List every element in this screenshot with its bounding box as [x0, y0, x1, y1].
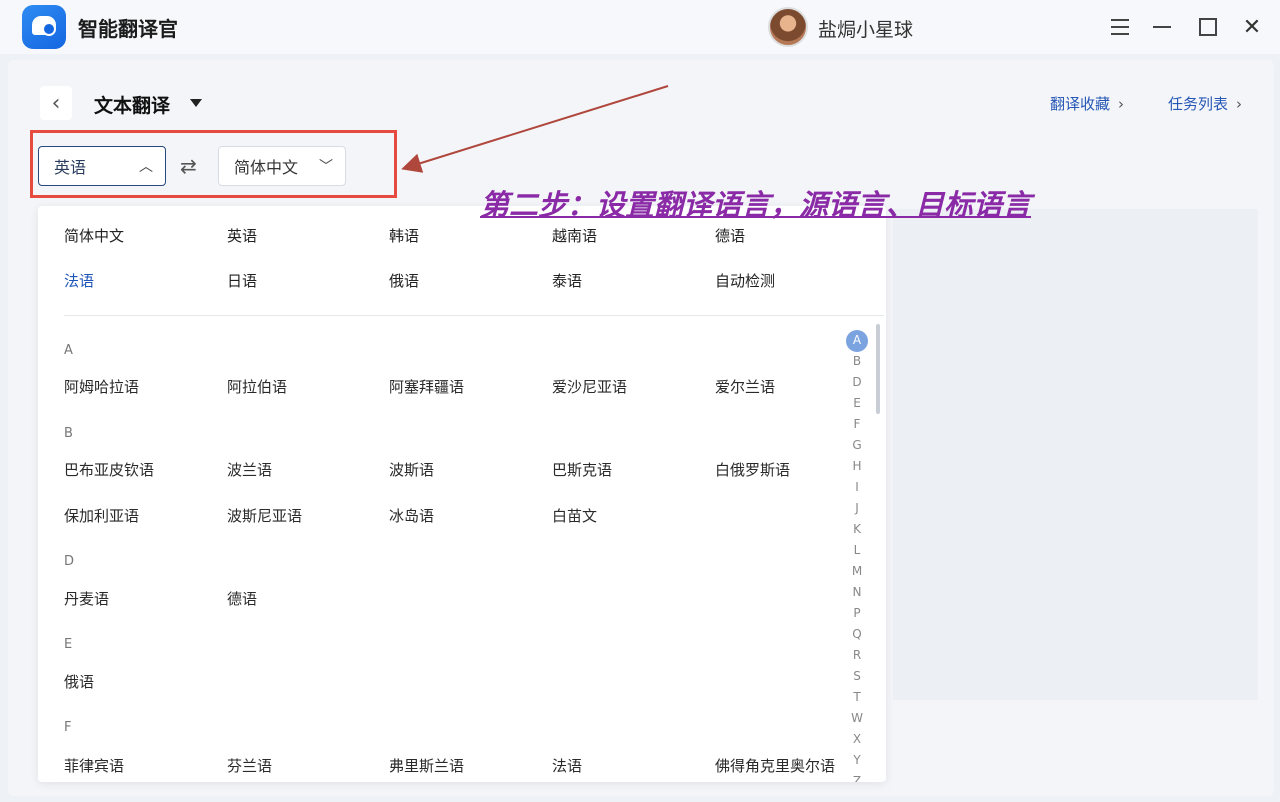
language-item[interactable]: 法语: [552, 755, 582, 776]
app-logo-icon: [22, 5, 66, 49]
annotation-text: 第二步：设置翻译语言，源语言、目标语言: [480, 188, 1032, 222]
close-icon[interactable]: ✕: [1238, 13, 1266, 41]
alpha-index-letter[interactable]: H: [846, 456, 868, 477]
minimize-icon[interactable]: [1148, 13, 1176, 41]
language-item[interactable]: 丹麦语: [64, 588, 109, 609]
language-item[interactable]: 巴斯克语: [552, 459, 612, 480]
language-item[interactable]: 冰岛语: [389, 505, 434, 526]
alpha-index-letter[interactable]: X: [846, 729, 868, 750]
common-language-item[interactable]: 自动检测: [715, 270, 775, 291]
language-item[interactable]: 阿塞拜疆语: [389, 376, 464, 397]
chevron-right-icon: ›: [1236, 95, 1243, 113]
back-button[interactable]: ‹: [40, 86, 72, 120]
section-letter: E: [64, 637, 73, 652]
maximize-icon[interactable]: [1194, 13, 1222, 41]
language-item[interactable]: 白苗文: [552, 505, 597, 526]
highlight-box: [30, 130, 397, 198]
alpha-index-letter[interactable]: A: [846, 330, 868, 351]
common-language-item[interactable]: 德语: [715, 225, 745, 246]
alpha-index-letter[interactable]: Z: [846, 771, 868, 782]
alpha-index-letter[interactable]: E: [846, 393, 868, 414]
chevron-left-icon: ‹: [51, 90, 61, 116]
section-letter: F: [64, 720, 72, 735]
language-item[interactable]: 白俄罗斯语: [715, 459, 790, 480]
common-language-item[interactable]: 韩语: [389, 225, 419, 246]
mode-title[interactable]: 文本翻译: [94, 91, 170, 118]
divider: [64, 315, 884, 316]
alpha-index-letter[interactable]: I: [846, 477, 868, 498]
common-language-item[interactable]: 俄语: [389, 270, 419, 291]
language-item[interactable]: 俄语: [64, 671, 94, 692]
alpha-index-letter[interactable]: Q: [846, 624, 868, 645]
alpha-index-letter[interactable]: L: [846, 540, 868, 561]
alpha-index-letter[interactable]: K: [846, 519, 868, 540]
task-list-link[interactable]: 任务列表 ›: [1168, 93, 1242, 114]
language-item[interactable]: 波斯语: [389, 459, 434, 480]
common-language-item[interactable]: 法语: [64, 270, 94, 291]
language-item[interactable]: 巴布亚皮钦语: [64, 459, 154, 480]
caret-down-icon[interactable]: [190, 99, 202, 107]
language-item[interactable]: 爱沙尼亚语: [552, 376, 627, 397]
dropdown-scrollbar[interactable]: [876, 324, 880, 414]
language-item[interactable]: 保加利亚语: [64, 505, 139, 526]
section-letter: A: [64, 343, 73, 358]
common-language-item[interactable]: 越南语: [552, 225, 597, 246]
user-name[interactable]: 盐焗小星球: [818, 15, 913, 42]
user-avatar[interactable]: [768, 7, 808, 47]
alpha-index-letter[interactable]: M: [846, 561, 868, 582]
language-dropdown: 简体中文 英语 韩语 越南语 德语 法语 日语 俄语 泰语 自动检测 A 阿姆哈…: [38, 206, 886, 782]
language-item[interactable]: 佛得角克里奥尔语: [715, 755, 835, 776]
alpha-index-letter[interactable]: N: [846, 582, 868, 603]
alpha-index-letter[interactable]: J: [846, 498, 868, 519]
alpha-index-letter[interactable]: G: [846, 435, 868, 456]
section-letter: B: [64, 426, 73, 441]
alpha-index-letter[interactable]: B: [846, 351, 868, 372]
language-item[interactable]: 芬兰语: [227, 755, 272, 776]
chevron-right-icon: ›: [1118, 95, 1125, 113]
alpha-index-letter[interactable]: S: [846, 666, 868, 687]
title-bar: 智能翻译官 盐焗小星球 ✕: [0, 0, 1280, 54]
language-item[interactable]: 弗里斯兰语: [389, 755, 464, 776]
alpha-index-letter[interactable]: P: [846, 603, 868, 624]
language-item[interactable]: 阿拉伯语: [227, 376, 287, 397]
app-title: 智能翻译官: [78, 17, 178, 41]
alpha-index-letter[interactable]: R: [846, 645, 868, 666]
language-item[interactable]: 爱尔兰语: [715, 376, 775, 397]
common-language-item[interactable]: 日语: [227, 270, 257, 291]
alpha-index-letter[interactable]: T: [846, 687, 868, 708]
output-area: [893, 209, 1258, 700]
menu-icon[interactable]: [1106, 13, 1134, 41]
alphabet-index: A B D E F G H I J K L M N P Q R S T W X …: [846, 330, 868, 782]
alpha-index-letter[interactable]: W: [846, 708, 868, 729]
common-language-item[interactable]: 简体中文: [64, 225, 124, 246]
section-letter: D: [64, 554, 75, 569]
language-item[interactable]: 菲律宾语: [64, 755, 124, 776]
alpha-index-letter[interactable]: Y: [846, 750, 868, 771]
cut-off-row: 菲律宾语 芬兰语 弗里斯兰语 法语 佛得角克里奥尔语: [38, 751, 886, 782]
common-language-item[interactable]: 英语: [227, 225, 257, 246]
alpha-index-letter[interactable]: D: [846, 372, 868, 393]
language-item[interactable]: 阿姆哈拉语: [64, 376, 139, 397]
favorites-link[interactable]: 翻译收藏 ›: [1050, 93, 1124, 114]
language-item[interactable]: 波兰语: [227, 459, 272, 480]
language-item[interactable]: 德语: [227, 588, 257, 609]
common-language-item[interactable]: 泰语: [552, 270, 582, 291]
language-item[interactable]: 波斯尼亚语: [227, 505, 302, 526]
alpha-index-letter[interactable]: F: [846, 414, 868, 435]
